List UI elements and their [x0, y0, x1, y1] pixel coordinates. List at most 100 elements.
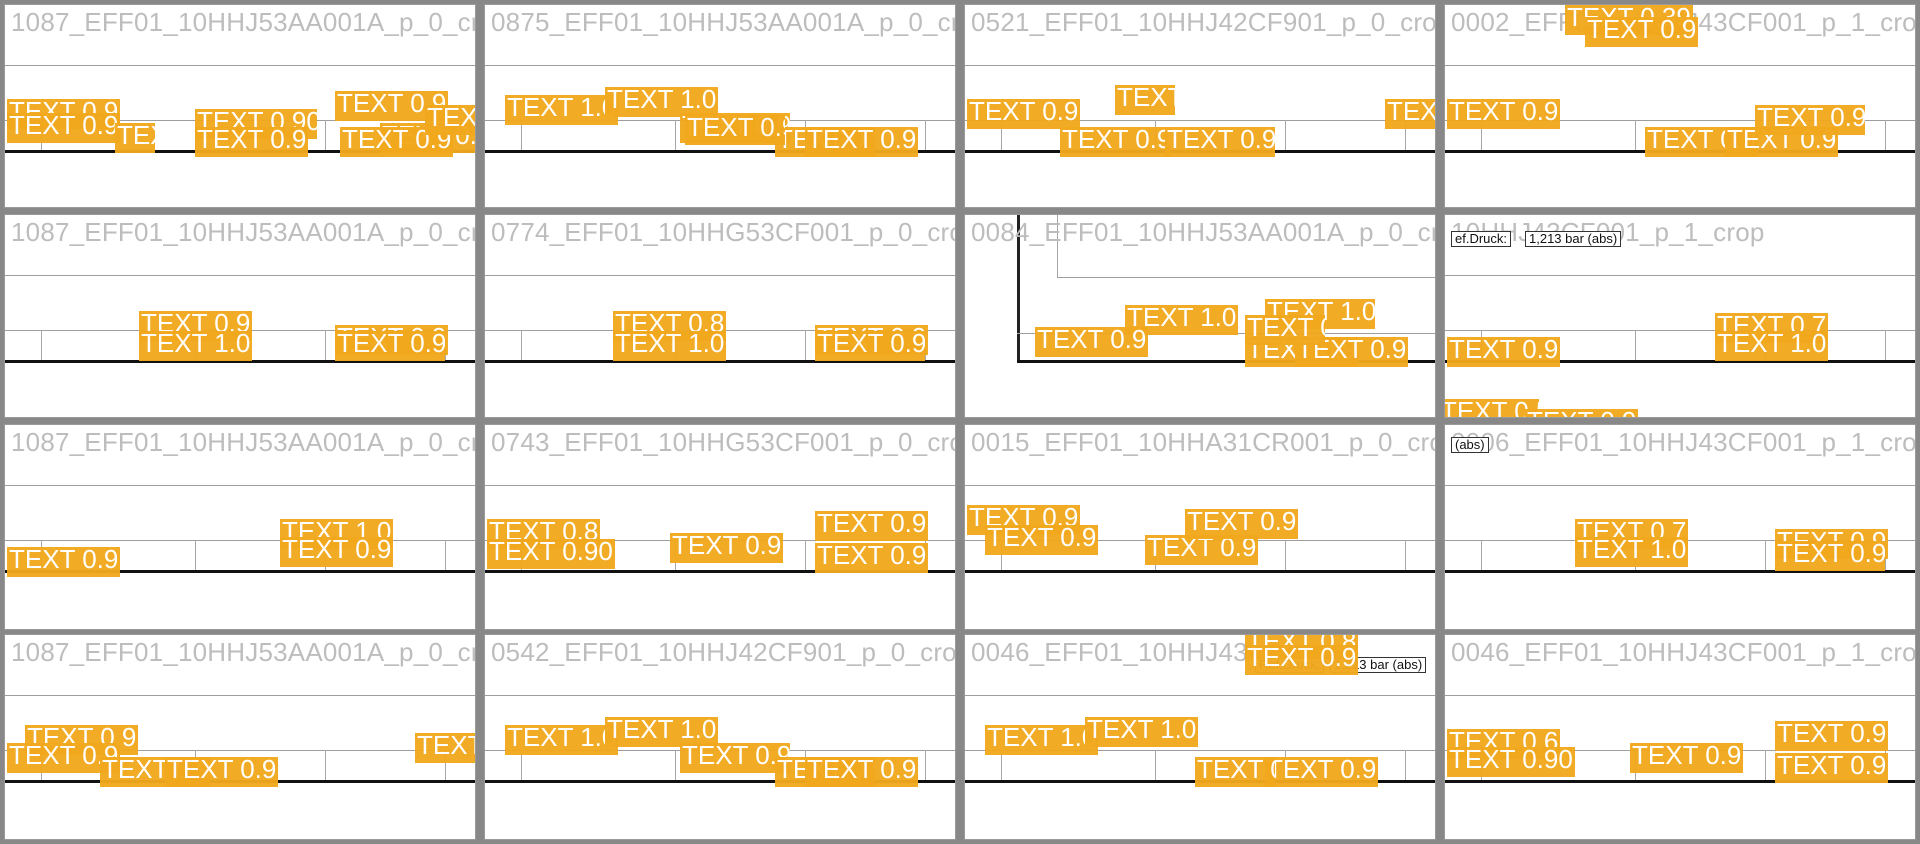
detection-label-box: TEXT 0.9	[1245, 645, 1359, 675]
drawing-vertical-line	[925, 750, 926, 780]
drawing-horizontal-line	[5, 275, 475, 276]
drawing-tag-label: (abs)	[1451, 437, 1489, 453]
image-tile: 10HHJ43CF001_p_1_cropef.Druck:1,213 bar …	[1444, 214, 1916, 418]
drawing-horizontal-line	[485, 485, 955, 486]
image-tile: 0046_EFF01_10HHJ43Ref.Druck:1,213 bar (a…	[964, 634, 1436, 840]
drawing-vertical-line	[1635, 330, 1636, 360]
drawing-horizontal-line	[1445, 485, 1915, 486]
detection-label-box: TEXT 0.9	[967, 99, 1081, 129]
drawing-horizontal-line	[485, 65, 955, 66]
drawing-vertical-line	[1765, 540, 1766, 570]
drawing-vertical-line	[1885, 120, 1886, 150]
drawing-horizontal-line	[1445, 330, 1915, 331]
detection-label-box: TEXT 1.0	[139, 331, 253, 361]
detection-label-box: TEXT 0.9	[1447, 99, 1561, 129]
tile-filename: 0046_EFF01_10HHJ43	[971, 637, 1248, 667]
image-tile: 0521_EFF01_10HHJ42CF901_p_0_crop_002.png…	[964, 4, 1436, 208]
image-tile: 1087_EFF01_10HHJ53AA001A_p_0_crop_774.pn…	[4, 214, 476, 418]
image-tile: 0015_EFF01_10HHA31CR001_p_0_crop_006.png…	[964, 424, 1436, 630]
drawing-horizontal-line	[5, 65, 475, 66]
drawing-horizontal-line	[485, 695, 955, 696]
image-tile: 0875_EFF01_10HHJ53AA001A_p_0_crop_521.pn…	[484, 4, 956, 208]
drawing-horizontal-line	[1445, 65, 1915, 66]
drawing-vertical-line	[675, 120, 676, 150]
detection-label-box: TEXT 0.9	[1447, 337, 1561, 367]
detection-label-box: TEXT 0.9	[815, 331, 925, 361]
detection-label-box: TEXT 0.9	[680, 743, 790, 773]
detection-label-box: TEXT 0.9	[1755, 105, 1865, 135]
detection-label-box: TEXT 0.9	[7, 547, 121, 577]
drawing-vertical-line	[445, 540, 446, 570]
detection-label-box: TEXT 0.9	[7, 113, 121, 143]
detection-label-box: TEXT 0.9	[1060, 127, 1170, 157]
image-tile: 0743_EFF01_10HHG53CF001_p_0_crop_015.png…	[484, 424, 956, 630]
detection-label-box: TEXT 0.9	[1115, 85, 1175, 115]
drawing-vertical-line	[325, 750, 326, 780]
detection-label-box: TEXT 0.9	[165, 757, 279, 787]
detection-label-box: TEXT 0.9	[1165, 127, 1275, 157]
detection-label-box: TEXT 1.0	[1085, 717, 1199, 747]
tile-filename: 1087_EFF01_10HHJ53AA001A_p_0_crop_875.pn…	[11, 7, 475, 37]
drawing-vertical-line	[521, 330, 522, 360]
detection-label-box: TEXT 0.9	[1035, 327, 1149, 357]
detection-label-box: TEXT 0.9	[115, 123, 155, 153]
tile-filename: 0046_EFF01_10HHJ43CF001_p_1_crop	[1451, 637, 1916, 667]
drawing-vertical-line	[1635, 120, 1636, 150]
tile-filename: 0015_EFF01_10HHA31CR001_p_0_crop_006.png	[971, 427, 1435, 457]
drawing-vertical-line	[325, 120, 326, 150]
detection-label-box: TEXT 0.9	[1185, 509, 1299, 539]
detection-label-box: TEXT 0.90	[487, 539, 615, 569]
image-tile: 0774_EFF01_10HHG53CF001_p_0_crop_084.png…	[484, 214, 956, 418]
drawing-horizontal-line	[5, 540, 475, 541]
tile-filename: 1087_EFF01_10HHJ53AA001A_p_0_crop_743.pn…	[11, 427, 475, 457]
drawing-horizontal-line	[485, 275, 955, 276]
drawing-horizontal-line	[5, 695, 475, 696]
detection-label-box: TEXT 0.9	[815, 511, 929, 541]
drawing-vertical-line	[1405, 540, 1406, 570]
drawing-vertical-line	[805, 540, 806, 570]
detection-label-box: TEXT 1.0	[985, 725, 1099, 755]
drawing-horizontal-line	[1057, 277, 1435, 278]
detection-label-box: TEXT 0.90	[1447, 747, 1575, 777]
detection-label-box: TEXT 0.9	[1385, 99, 1435, 129]
tile-filename: 0875_EFF01_10HHJ53AA001A_p_0_crop_521.pn…	[491, 7, 955, 37]
drawing-vertical-line	[1885, 330, 1886, 360]
image-tile: 0542_EFF01_10HHJ42CF901_p_0_crop_046.png…	[484, 634, 956, 840]
image-tile: 1087_EFF01_10HHJ53AA001A_p_0_crop_875.pn…	[4, 4, 476, 208]
detection-label-box: TEXT 0.9	[805, 757, 919, 787]
detection-label-box: TEXT 0.9	[670, 533, 784, 563]
detection-label-box: TEXT 0.9	[1630, 743, 1744, 773]
detection-label-box: TEXT 0.9	[815, 543, 929, 573]
drawing-horizontal-line	[5, 485, 475, 486]
tile-filename: 0084_EFF01_10HHJ53AA001A_p_0_crop.png	[971, 217, 1435, 247]
tile-filename: 0542_EFF01_10HHJ42CF901_p_0_crop_046.png	[491, 637, 956, 667]
drawing-horizontal-line	[965, 570, 1435, 573]
detection-label-box: TEXT 0.9	[425, 105, 475, 135]
tile-filename: 0521_EFF01_10HHJ42CF901_p_0_crop_002.png	[971, 7, 1436, 37]
detection-label-box: TEXT 1.0	[1575, 537, 1689, 567]
drawing-tag-label: ef.Druck:	[1451, 231, 1512, 247]
detection-label-box: TEXT 0.9	[1775, 541, 1885, 571]
detection-label-box: TEXT 0.9	[805, 127, 919, 157]
drawing-vertical-line	[195, 540, 196, 570]
drawing-vertical-line	[325, 330, 326, 360]
tile-filename: 0774_EFF01_10HHG53CF001_p_0_crop_084.png	[491, 217, 955, 247]
detection-label-box: TEXT 0.9	[1245, 315, 1325, 345]
tile-filename: 0006_EFF01_10HHJ43CF001_p_1_crop	[1451, 427, 1916, 457]
detection-label-box: TEXT 0.9	[985, 525, 1099, 555]
drawing-vertical-line	[1765, 750, 1766, 780]
drawing-horizontal-line	[965, 485, 1435, 486]
detection-label-box: TEXT 0.9	[335, 331, 445, 361]
drawing-vertical-line	[805, 330, 806, 360]
image-tile: 0084_EFF01_10HHJ53AA001A_p_0_crop.png TEX…	[964, 214, 1436, 418]
tile-filename: 1087_EFF01_10HHJ53AA001A_p_0_crop_774.pn…	[11, 217, 475, 247]
detection-label-box: TEXT 0.9	[415, 733, 475, 763]
detection-label-box: TEXT 0.9	[685, 115, 785, 145]
drawing-vertical-line	[1155, 750, 1156, 780]
image-tile: 0046_EFF01_10HHJ43CF001_p_1_crop TEXT 0.6…	[1444, 634, 1916, 840]
drawing-vertical-line	[1285, 120, 1286, 150]
detection-label-box: TEXT 1.0	[1715, 331, 1829, 361]
detection-label-box: TEXT 0.9	[1775, 753, 1889, 783]
image-tile: 1087_EFF01_10HHJ53AA001A_p_0_crop_542.pn…	[4, 634, 476, 840]
detection-label-box: TEXT 0.9	[195, 127, 309, 157]
